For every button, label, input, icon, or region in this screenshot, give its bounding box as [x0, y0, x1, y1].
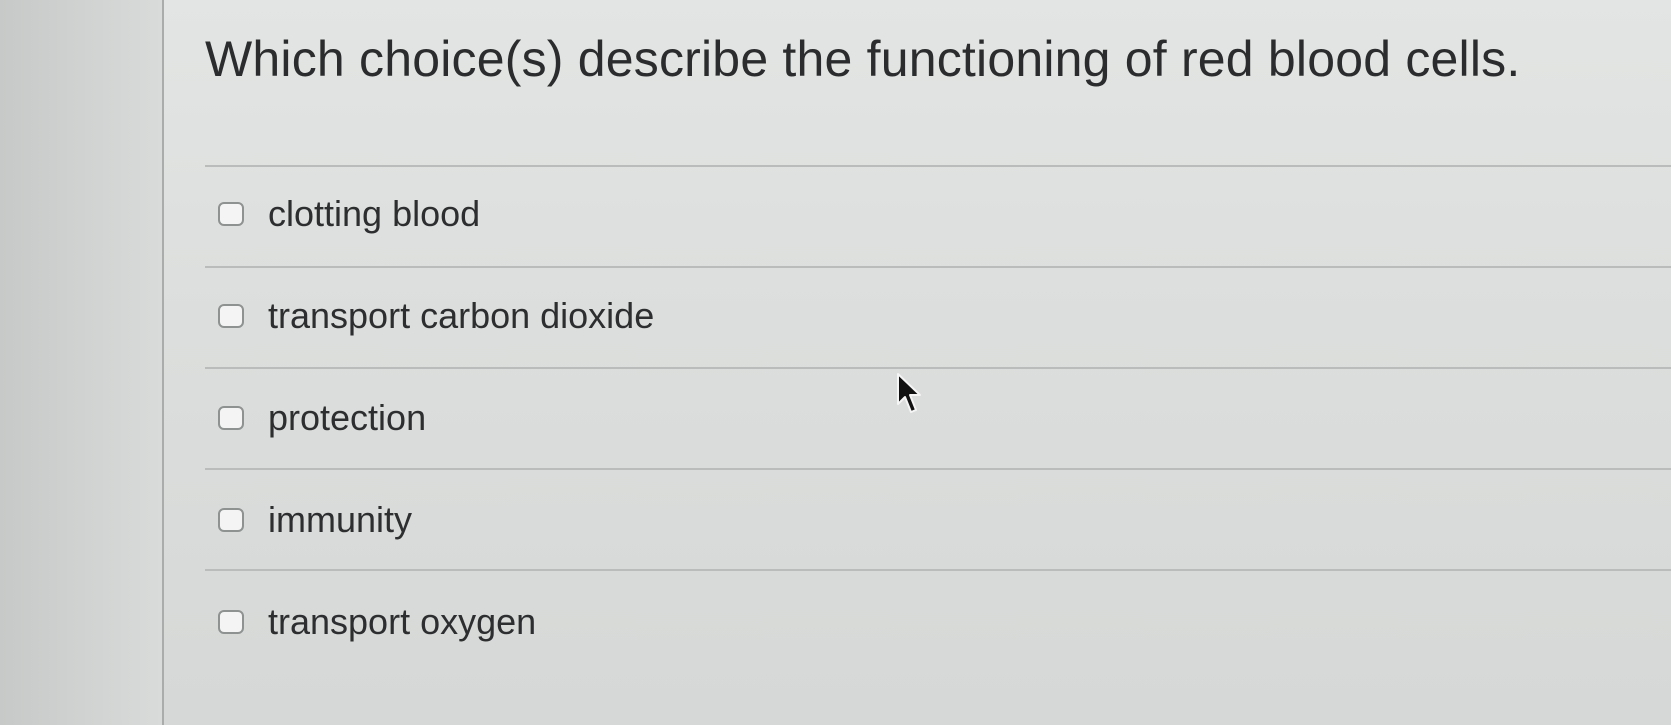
- checkbox-unchecked-icon[interactable]: [218, 610, 244, 634]
- option-label: immunity: [268, 499, 413, 540]
- checkbox-unchecked-icon[interactable]: [218, 406, 244, 430]
- answer-list: clotting blood transport carbon dioxide …: [0, 0, 1671, 725]
- checkbox-unchecked-icon[interactable]: [218, 202, 244, 226]
- answer-option-transport-oxygen[interactable]: transport oxygen: [218, 592, 536, 652]
- checkbox-unchecked-icon[interactable]: [218, 508, 244, 532]
- answer-option-protection[interactable]: protection: [218, 388, 426, 448]
- option-label: clotting blood: [268, 193, 481, 234]
- option-label: transport oxygen: [268, 601, 537, 642]
- mouse-pointer-icon: [897, 373, 921, 413]
- answer-option-immunity[interactable]: immunity: [218, 490, 412, 550]
- answer-option-clotting-blood[interactable]: clotting blood: [218, 184, 480, 244]
- option-label: protection: [268, 397, 427, 438]
- option-label: transport carbon dioxide: [268, 295, 655, 336]
- answer-option-transport-carbon-dioxide[interactable]: transport carbon dioxide: [218, 286, 654, 346]
- checkbox-unchecked-icon[interactable]: [218, 304, 244, 328]
